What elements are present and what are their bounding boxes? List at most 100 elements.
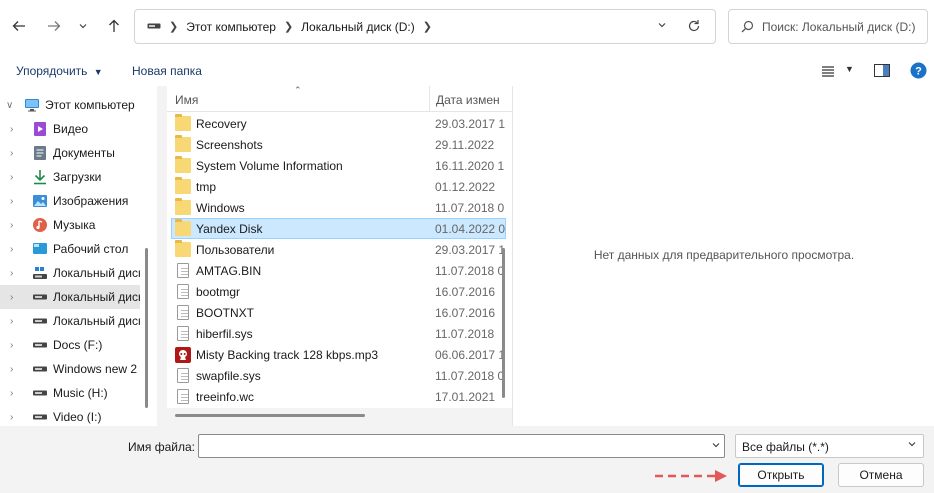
file-row[interactable]: Recovery 29.03.2017 1 <box>171 113 506 134</box>
help-button[interactable]: ? <box>910 62 927 82</box>
refresh-button[interactable] <box>687 19 701 36</box>
sidebar-item-music-h[interactable]: › Music (H:) <box>0 381 140 405</box>
file-name: Пользователи <box>196 243 275 257</box>
caret-right-icon[interactable]: › <box>10 412 13 423</box>
file-list: ⌃ Имя Дата измен Recovery 29.03.2017 1 S… <box>167 86 512 408</box>
video-icon <box>32 121 48 137</box>
column-header-date[interactable]: Дата измен <box>436 93 500 107</box>
address-dropdown-button[interactable] <box>657 19 667 33</box>
file-list-vertical-scrollbar[interactable] <box>502 248 505 398</box>
file-type-select[interactable]: Все файлы (*.*) <box>735 434 924 458</box>
file-name: BOOTNXT <box>196 306 255 320</box>
file-row[interactable]: Misty Backing track 128 kbps.mp3 06.06.2… <box>171 344 506 365</box>
chevron-down-icon <box>712 443 720 448</box>
column-header-name[interactable]: Имя <box>175 93 198 107</box>
breadcrumb-local-disk-d[interactable]: Локальный диск (D:) <box>301 20 415 34</box>
filename-dropdown-button[interactable] <box>711 439 721 453</box>
sidebar-item-label: Этот компьютер <box>45 98 135 112</box>
filename-input[interactable] <box>198 434 725 458</box>
view-options-button[interactable] <box>821 65 835 80</box>
preview-pane-button[interactable] <box>874 64 890 80</box>
system-file-icon <box>177 284 189 299</box>
file-date: 11.07.2018 <box>435 327 495 341</box>
forward-button[interactable] <box>40 12 68 40</box>
file-row[interactable]: Пользователи 29.03.2017 1 <box>171 239 506 260</box>
organize-button[interactable]: Упорядочить ▼ <box>16 64 103 78</box>
drive-icon <box>32 289 48 305</box>
file-date: 16.07.2016 <box>435 306 496 320</box>
sidebar-item-pictures[interactable]: › Изображения <box>0 189 140 213</box>
file-row[interactable]: treeinfo.wc 17.01.2021 <box>171 386 506 407</box>
breadcrumb-separator: ❯ <box>422 21 432 33</box>
caret-right-icon[interactable]: › <box>10 316 13 327</box>
search-box[interactable]: Поиск: Локальный диск (D:) <box>728 9 928 44</box>
caret-expanded-icon[interactable]: ∨ <box>6 100 13 111</box>
sidebar-item-local-disk-c[interactable]: › Локальный диск <box>0 261 140 285</box>
file-name: Recovery <box>196 117 247 131</box>
sidebar-item-label: Локальный диск <box>53 290 140 304</box>
new-folder-button[interactable]: Новая папка <box>132 64 202 78</box>
sidebar-item-documents[interactable]: › Документы <box>0 141 140 165</box>
caret-right-icon[interactable]: › <box>10 220 13 231</box>
file-row[interactable]: tmp 01.12.2022 <box>171 176 506 197</box>
file-row[interactable]: System Volume Information 16.11.2020 1 <box>171 155 506 176</box>
recent-locations-button[interactable] <box>70 12 96 40</box>
file-row[interactable]: Windows 11.07.2018 0 <box>171 197 506 218</box>
file-date: 16.11.2020 1 <box>435 159 505 173</box>
caret-right-icon[interactable]: › <box>10 364 13 375</box>
address-bar[interactable]: ❯ Этот компьютер ❯ Локальный диск (D:) ❯ <box>134 9 716 44</box>
open-button[interactable]: Открыть <box>738 463 824 487</box>
file-row[interactable]: hiberfil.sys 11.07.2018 <box>171 323 506 344</box>
file-name: Screenshots <box>196 138 263 152</box>
file-date: 29.03.2017 1 <box>435 117 505 131</box>
file-row[interactable]: BOOTNXT 16.07.2016 <box>171 302 506 323</box>
file-row[interactable]: AMTAG.BIN 11.07.2018 0 <box>171 260 506 281</box>
file-date: 11.07.2018 0 <box>435 264 505 278</box>
column-divider[interactable] <box>429 86 430 112</box>
file-name: Misty Backing track 128 kbps.mp3 <box>196 348 379 362</box>
file-row[interactable]: swapfile.sys 11.07.2018 0 <box>171 365 506 386</box>
annotation-arrow-icon <box>655 470 727 482</box>
caret-right-icon[interactable]: › <box>10 196 13 207</box>
navigation-scrollbar[interactable] <box>145 248 148 408</box>
sidebar-item-video-i[interactable]: › Video (I:) <box>0 405 140 426</box>
cancel-button[interactable]: Отмена <box>838 463 924 487</box>
sidebar-item-downloads[interactable]: › Загрузки <box>0 165 140 189</box>
caret-right-icon[interactable]: › <box>10 148 13 159</box>
folder-icon <box>175 114 191 131</box>
caret-right-icon[interactable]: › <box>10 292 13 303</box>
caret-right-icon[interactable]: › <box>10 388 13 399</box>
file-row[interactable]: bootmgr 16.07.2016 <box>171 281 506 302</box>
caret-right-icon[interactable]: › <box>10 268 13 279</box>
back-button[interactable] <box>5 12 33 40</box>
file-row[interactable]: Screenshots 29.11.2022 <box>171 134 506 155</box>
drive-icon <box>32 409 48 425</box>
file-row-selected[interactable]: Yandex Disk 01.04.2022 0 <box>171 218 506 239</box>
file-list-horizontal-scrollbar[interactable] <box>175 414 365 417</box>
sidebar-item-desktop[interactable]: › Рабочий стол <box>0 237 140 261</box>
view-dropdown-button[interactable]: ▼ <box>845 64 854 74</box>
help-icon: ? <box>910 62 927 79</box>
search-input[interactable]: Поиск: Локальный диск (D:) <box>762 20 915 34</box>
sidebar-item-windows-new-2[interactable]: › Windows new 2 <box>0 357 140 381</box>
file-date: 01.12.2022 <box>435 180 496 194</box>
sidebar-item-docs-f[interactable]: › Docs (F:) <box>0 333 140 357</box>
audio-file-icon <box>175 347 191 363</box>
caret-right-icon[interactable]: › <box>10 124 13 135</box>
sidebar-item-music[interactable]: › Музыка <box>0 213 140 237</box>
drive-icon <box>32 385 48 401</box>
sidebar-item-video[interactable]: › Видео <box>0 117 140 141</box>
system-drive-icon <box>32 265 48 281</box>
caret-right-icon[interactable]: › <box>10 340 13 351</box>
caret-right-icon[interactable]: › <box>10 244 13 255</box>
arrow-right-icon <box>48 21 61 31</box>
folder-icon <box>175 177 191 194</box>
folder-icon <box>175 240 191 257</box>
sidebar-item-local-disk-d[interactable]: › Локальный диск <box>0 285 140 309</box>
sidebar-item-local-disk-e[interactable]: › Локальный диск <box>0 309 140 333</box>
caret-right-icon[interactable]: › <box>10 172 13 183</box>
sidebar-item-this-pc[interactable]: ∨ Этот компьютер <box>0 93 140 117</box>
up-button[interactable] <box>100 12 128 40</box>
breadcrumb-this-pc[interactable]: Этот компьютер <box>186 20 276 34</box>
arrow-left-icon <box>12 21 25 31</box>
